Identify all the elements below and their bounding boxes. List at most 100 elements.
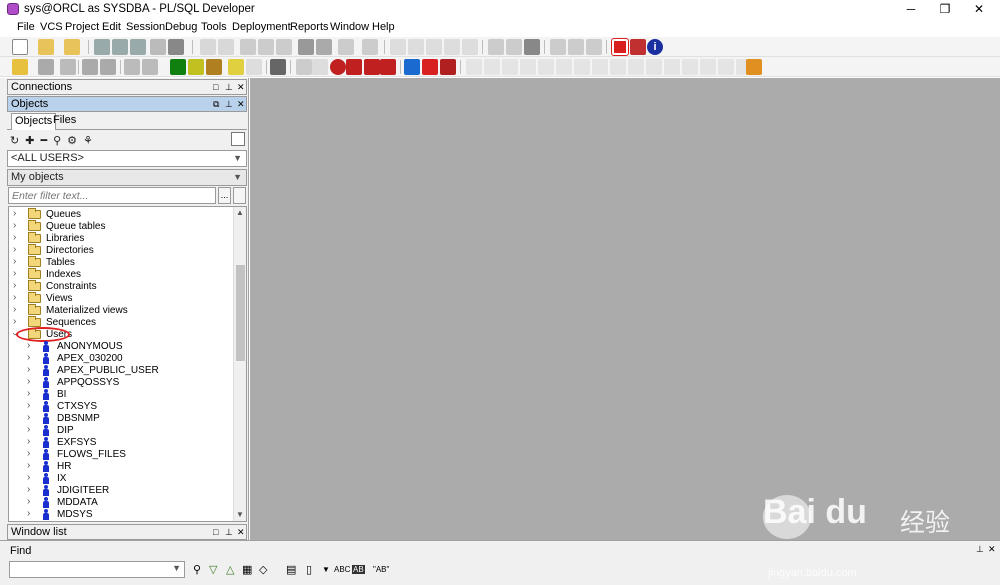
highlight-icon[interactable]: ▦ [242,563,252,576]
close-icon[interactable]: ✕ [237,81,245,93]
menu-reports[interactable]: Reports [290,21,329,33]
eraser-icon[interactable]: ◇ [259,563,267,576]
regex-button[interactable]: "AB" [373,565,389,574]
tab-files[interactable]: Files [50,113,79,130]
step-into-icon[interactable] [364,59,380,75]
expand-icon[interactable]: › [27,484,30,496]
expand-icon[interactable]: › [27,340,30,352]
menu-deployment[interactable]: Deployment [232,21,291,33]
chevron-down-icon[interactable]: ▼ [322,565,330,574]
debug-icon[interactable] [296,59,312,75]
dock-icon[interactable]: □ [213,81,218,93]
lock-icon-8[interactable] [592,59,608,75]
case-icon[interactable]: ▤ [286,563,296,576]
new-icon[interactable] [12,39,28,55]
lock-icon-13[interactable] [682,59,698,75]
expand-icon[interactable]: › [27,460,30,472]
expand-icon[interactable]: › [27,400,30,412]
scroll-thumb[interactable] [236,265,245,361]
beautifier-icon[interactable] [488,39,504,55]
checkbox[interactable] [231,132,245,146]
pin-icon[interactable]: ⊥ [225,526,233,538]
find-input[interactable]: ▼ [9,561,185,578]
float-icon[interactable]: ⧉ [213,98,219,110]
template-icon[interactable] [338,39,354,55]
lock-icon-9[interactable] [610,59,626,75]
restore-button[interactable]: ❐ [930,0,960,19]
filter-icon[interactable]: ⚙ [67,135,83,147]
close-icon[interactable]: ✕ [237,98,245,110]
expand-icon[interactable]: › [13,280,16,292]
expand-icon[interactable]: › [13,304,16,316]
macro-icon[interactable] [362,39,378,55]
lock-icon-14[interactable] [700,59,716,75]
tree-scrollbar[interactable]: ▲ ▼ [233,207,246,521]
arrow-right-red-icon[interactable] [422,59,438,75]
export-tables-icon[interactable] [206,59,222,75]
lock-icon-6[interactable] [556,59,572,75]
menu-help[interactable]: Help [372,21,395,33]
binoculars-icon[interactable]: ⚲ [193,563,201,576]
cascade-windows-icon[interactable] [568,39,584,55]
expand-icon[interactable]: › [27,436,30,448]
uncomment-icon[interactable] [444,39,460,55]
lock-icon-1[interactable] [466,59,482,75]
refresh-icon[interactable]: ↻ [10,135,25,147]
eraser-icon[interactable] [312,59,328,75]
undo-icon[interactable] [200,39,216,55]
comment-icon[interactable] [426,39,442,55]
report-icon[interactable] [228,59,244,75]
query-builder-icon[interactable] [524,39,540,55]
copy-icon[interactable] [258,39,274,55]
filter-options-button[interactable]: ... [218,187,231,204]
object-filter-select[interactable]: My objects ▼ [7,169,247,186]
run-icon[interactable] [346,59,362,75]
expand-icon[interactable]: › [27,352,30,364]
wrench-icon[interactable] [270,59,286,75]
lock-icon-10[interactable] [628,59,644,75]
menu-edit[interactable]: Edit [102,21,121,33]
lock-icon-7[interactable] [574,59,590,75]
menu-project[interactable]: Project [65,21,99,33]
menu-file[interactable]: File [17,21,35,33]
sql-window-icon[interactable] [124,59,140,75]
lock-open-icon[interactable] [746,59,762,75]
lock-icon-4[interactable] [520,59,536,75]
oracle-icon[interactable] [611,38,629,56]
scroll-up-icon[interactable]: ▲ [236,208,244,217]
print-setup-icon[interactable] [168,39,184,55]
menu-vcs[interactable]: VCS [40,21,63,33]
expand-icon[interactable]: › [27,364,30,376]
open-project-icon[interactable] [64,39,80,55]
expand-icon[interactable]: › [13,256,16,268]
expand-icon[interactable]: › [13,292,16,304]
tool-yellow-icon[interactable] [188,59,204,75]
pin-icon[interactable]: ⊥ [225,98,233,110]
break-icon[interactable] [60,59,76,75]
expand-icon[interactable]: › [13,244,16,256]
document-icon[interactable] [246,59,262,75]
minimize-button[interactable]: ─ [896,0,926,19]
close-icon[interactable]: ✕ [237,526,245,538]
cut-icon[interactable] [240,39,256,55]
menu-tools[interactable]: Tools [201,21,227,33]
paste-icon[interactable] [276,39,292,55]
expand-icon[interactable]: › [13,208,16,220]
filter-apply-button[interactable] [233,187,246,204]
mdi-workspace[interactable]: Bai du 经验 [250,78,1000,540]
logon-key-icon[interactable] [12,59,28,75]
expand-icon[interactable]: › [13,220,16,232]
document-icon[interactable]: ▯ [306,563,312,576]
execute-icon[interactable] [38,59,54,75]
close-icon[interactable]: ✕ [988,544,996,555]
lock-icon-11[interactable] [646,59,662,75]
match-case-button[interactable]: ABC [334,565,350,574]
filter-input[interactable] [8,187,216,204]
add-icon[interactable]: ✚ [25,135,40,147]
lock-icon-12[interactable] [664,59,680,75]
command-window-icon[interactable] [142,59,158,75]
tile-windows-icon[interactable] [550,39,566,55]
expand-icon[interactable]: › [27,508,30,520]
find-next-icon[interactable]: ▽ [209,563,217,576]
copy-icon[interactable]: ⚘ [83,135,99,147]
